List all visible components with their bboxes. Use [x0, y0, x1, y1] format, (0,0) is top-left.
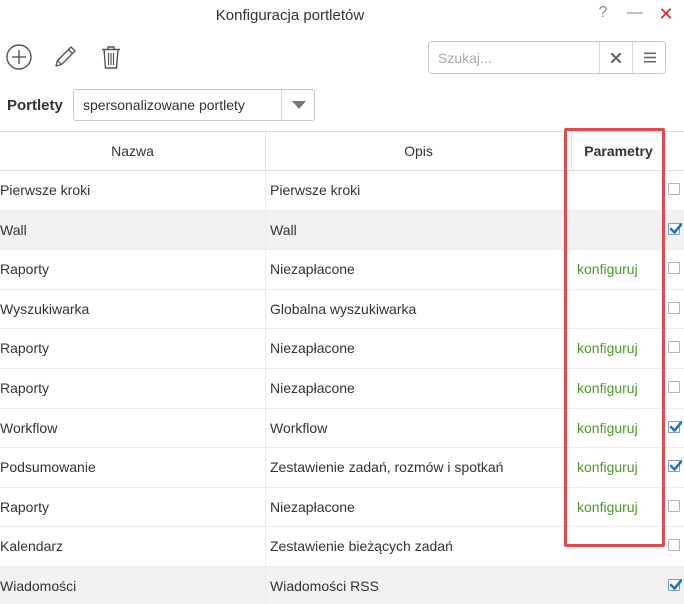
row-checkbox[interactable]: [668, 539, 682, 553]
column-header-description[interactable]: Opis: [266, 132, 572, 170]
table-row[interactable]: Raporty Niezapłacone konfiguruj: [0, 487, 684, 528]
configure-link[interactable]: konfiguruj: [577, 448, 666, 487]
cell-name: Wall: [0, 210, 266, 250]
search-box: [428, 41, 666, 74]
search-clear-button[interactable]: [599, 42, 632, 73]
row-checkbox[interactable]: [668, 341, 682, 355]
checkbox-unchecked-icon: [668, 499, 680, 512]
cell-name: Wyszukiwarka: [0, 289, 266, 329]
edit-button[interactable]: [50, 42, 80, 72]
table-row[interactable]: Pierwsze kroki Pierwsze kroki: [0, 171, 684, 211]
cell-description: Zestawienie zadań, rozmów i spotkań: [270, 459, 504, 476]
table-header: Nazwa Opis Parametry: [0, 131, 684, 171]
cell-parameters: [577, 567, 666, 604]
cell-description: Zestawienie bieżących zadań: [270, 538, 453, 555]
table-row[interactable]: Wyszukiwarka Globalna wyszukiwarka: [0, 289, 684, 330]
row-checkbox[interactable]: [668, 183, 682, 197]
window-title: Konfiguracja portletów: [215, 7, 365, 24]
configure-link[interactable]: konfiguruj: [577, 250, 666, 289]
cell-description: Wiadomości RSS: [270, 578, 379, 594]
plus-circle-icon: [6, 44, 32, 70]
close-button[interactable]: ✕: [656, 4, 676, 25]
cell-name: Workflow: [0, 408, 266, 448]
cell-name: Pierwsze kroki: [0, 171, 266, 210]
checkbox-checked-icon: [668, 222, 682, 235]
cell-name: Raporty: [0, 487, 266, 527]
row-checkbox[interactable]: [668, 460, 682, 474]
hamburger-icon: [643, 52, 656, 63]
table-row[interactable]: Wall Wall: [0, 210, 684, 251]
cell-name: Raporty: [0, 250, 266, 290]
configure-link[interactable]: konfiguruj: [577, 329, 666, 368]
cell-parameters: [577, 171, 666, 210]
cell-description: Pierwsze kroki: [270, 182, 361, 198]
checkbox-unchecked-icon: [668, 301, 680, 314]
table-row[interactable]: Podsumowanie Zestawienie zadań, rozmów i …: [0, 448, 684, 488]
row-checkbox[interactable]: [668, 381, 682, 395]
checkbox-checked-icon: [668, 579, 682, 591]
trash-icon: [102, 46, 120, 69]
column-header-name[interactable]: Nazwa: [0, 132, 266, 170]
row-checkbox[interactable]: [668, 499, 682, 514]
cell-description: Wall: [270, 221, 297, 238]
minimize-button[interactable]: —: [625, 4, 645, 22]
checkbox-unchecked-icon: [668, 539, 680, 552]
configure-link[interactable]: konfiguruj: [577, 409, 666, 448]
row-checkbox[interactable]: [668, 420, 682, 435]
cell-name: Wiadomości: [0, 567, 266, 604]
search-input[interactable]: [429, 42, 599, 73]
row-checkbox[interactable]: [668, 222, 682, 237]
cell-description: Globalna wyszukiwarka: [270, 300, 417, 317]
cell-parameters: [577, 290, 666, 329]
cell-description: Workflow: [270, 419, 328, 436]
checkbox-unchecked-icon: [668, 341, 680, 354]
cell-description: Niezapłacone: [270, 380, 355, 396]
dropdown-arrow-button[interactable]: [281, 90, 315, 120]
table-row[interactable]: Raporty Niezapłacone konfiguruj: [0, 369, 684, 409]
cell-name: Podsumowanie: [0, 448, 266, 488]
row-checkbox[interactable]: [668, 301, 682, 316]
delete-button[interactable]: [96, 42, 126, 72]
cell-description: Niezapłacone: [270, 261, 355, 278]
title-bar: Konfiguracja portletów ? — ✕: [0, 0, 684, 32]
portlets-select-value: spersonalizowane portlety: [83, 97, 245, 113]
pencil-icon: [55, 46, 76, 67]
cell-parameters: [577, 211, 666, 250]
table-row[interactable]: Wiadomości Wiadomości RSS: [0, 567, 684, 604]
table-row[interactable]: Kalendarz Zestawienie bieżących zadań: [0, 527, 684, 567]
cell-description: Niezapłacone: [270, 340, 355, 357]
cell-name: Kalendarz: [0, 527, 266, 567]
search-menu-button[interactable]: [632, 42, 666, 73]
checkbox-unchecked-icon: [668, 381, 680, 393]
column-header-parameters[interactable]: Parametry: [572, 132, 666, 170]
checkbox-unchecked-icon: [668, 183, 680, 195]
portlets-label: Portlety: [7, 97, 63, 114]
table-row[interactable]: Raporty Niezapłacone konfiguruj: [0, 329, 684, 369]
configure-link[interactable]: konfiguruj: [577, 369, 666, 408]
checkbox-checked-icon: [668, 420, 682, 433]
table-row[interactable]: Workflow Workflow konfiguruj: [0, 408, 684, 449]
table-row[interactable]: Raporty Niezapłacone konfiguruj: [0, 250, 684, 290]
checkbox-unchecked-icon: [668, 262, 680, 275]
x-icon: [610, 52, 622, 63]
configure-link[interactable]: konfiguruj: [577, 488, 666, 527]
cell-parameters: [577, 527, 666, 566]
row-checkbox[interactable]: [668, 579, 682, 593]
cell-name: Raporty: [0, 369, 266, 408]
help-button[interactable]: ?: [593, 4, 613, 22]
checkbox-checked-icon: [668, 460, 682, 473]
chevron-down-icon: [291, 101, 306, 109]
cell-name: Raporty: [0, 329, 266, 369]
add-button[interactable]: [4, 42, 34, 72]
cell-description: Niezapłacone: [270, 498, 355, 515]
row-checkbox[interactable]: [668, 262, 682, 276]
portlets-select[interactable]: spersonalizowane portlety: [73, 89, 315, 121]
